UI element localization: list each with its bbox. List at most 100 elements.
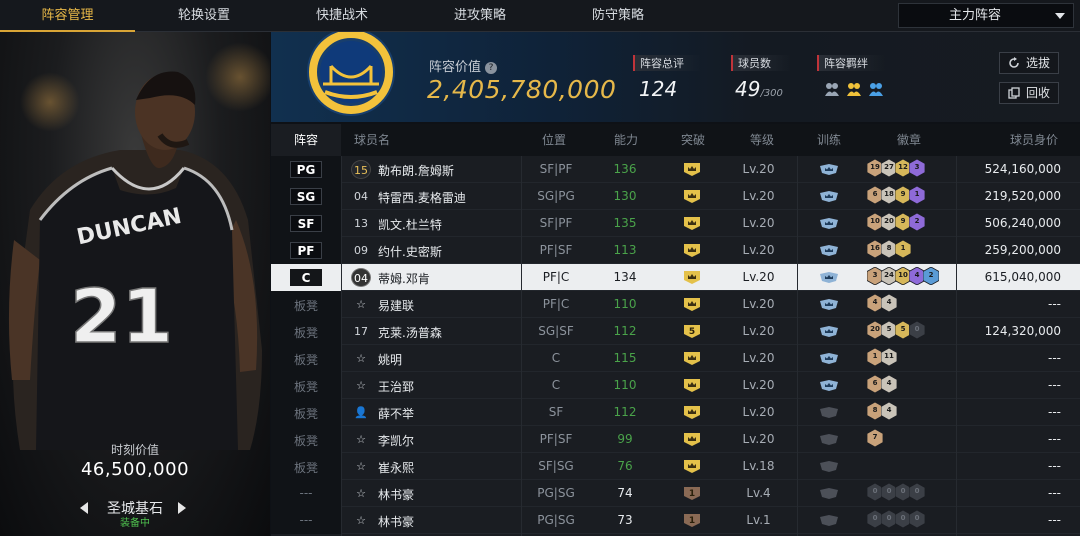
player-count: 49/300 bbox=[735, 77, 783, 101]
training-icon[interactable] bbox=[819, 379, 839, 392]
player-card-panel: DUNCAN 21 时刻价值 46,500,000 圣城基石 装备中 bbox=[0, 32, 270, 536]
medal-badge[interactable]: 1 bbox=[894, 239, 912, 259]
medal-count: 0 bbox=[914, 514, 920, 522]
arrow-right-icon[interactable] bbox=[178, 502, 186, 514]
arrow-left-icon[interactable] bbox=[80, 502, 88, 514]
training-icon[interactable] bbox=[819, 190, 839, 203]
crown-icon bbox=[684, 271, 700, 284]
medal-badge[interactable]: 4 bbox=[880, 374, 898, 394]
training-icon[interactable] bbox=[819, 163, 839, 176]
medal-badge[interactable]: 0 bbox=[908, 509, 926, 529]
medal-count: 4 bbox=[886, 406, 892, 414]
tab-defense-strategy[interactable]: 防守策略 bbox=[550, 0, 686, 32]
bench-label: 板凳 bbox=[293, 380, 318, 394]
player-name: 薛不举 bbox=[378, 407, 415, 421]
training-icon[interactable] bbox=[819, 487, 839, 500]
training-icon[interactable] bbox=[819, 514, 839, 527]
table-row[interactable]: C 04 蒂姆.邓肯 PF|C 134 Lv.20 3 24 10 4 2 615,040,000 bbox=[271, 264, 1080, 291]
crown-icon bbox=[684, 433, 700, 446]
training-icon[interactable] bbox=[819, 217, 839, 230]
bond-icon-2[interactable] bbox=[845, 80, 863, 98]
jersey-number: 21 bbox=[70, 274, 173, 360]
roster-table: 阵容 球员名 位置 能力 突破 等级 训练 徽章 球员身价 PG 15 勒布朗.詹姆… bbox=[271, 124, 1080, 536]
bench-label: 板凳 bbox=[293, 326, 318, 340]
breakthrough-level: 1 bbox=[689, 516, 695, 526]
header-medals: 徽章 bbox=[897, 133, 922, 147]
help-icon[interactable]: ? bbox=[485, 62, 498, 74]
player-ability: 136 bbox=[613, 162, 637, 176]
table-row[interactable]: 板凳 ☆ 崔永熙 SF|SG 76 Lv.18 --- bbox=[271, 453, 1080, 480]
medal-badge[interactable]: 3 bbox=[908, 158, 926, 178]
medal-badge[interactable]: 0 bbox=[908, 320, 926, 340]
player-worth: --- bbox=[1048, 351, 1061, 365]
player-portrait: DUNCAN 21 bbox=[8, 71, 262, 450]
training-icon[interactable] bbox=[819, 298, 839, 311]
breakthrough-badge: 5 bbox=[684, 325, 700, 338]
table-row[interactable]: 板凳 ☆ 易建联 PF|C 110 Lv.20 4 4 --- bbox=[271, 291, 1080, 318]
medal-badge[interactable]: 4 bbox=[880, 293, 898, 313]
medal-badge[interactable]: 11 bbox=[880, 347, 898, 367]
training-icon[interactable] bbox=[819, 406, 839, 419]
table-row[interactable]: 板凳 ☆ 姚明 C 115 Lv.20 1 11 --- bbox=[271, 345, 1080, 372]
bench-label: 板凳 bbox=[293, 353, 318, 367]
medal-count: 11 bbox=[884, 352, 894, 360]
select-players-button[interactable]: 选拔 bbox=[999, 52, 1059, 74]
training-icon[interactable] bbox=[819, 271, 839, 284]
header-level: 等级 bbox=[750, 133, 775, 147]
player-worth: --- bbox=[1048, 432, 1061, 446]
training-icon[interactable] bbox=[819, 460, 839, 473]
medal-badge[interactable]: 4 bbox=[880, 401, 898, 421]
table-row[interactable]: 板凳 👤 薛不举 SF 112 Lv.20 8 4 --- bbox=[271, 399, 1080, 426]
crown-icon bbox=[684, 190, 700, 203]
medal-badge[interactable]: 1 bbox=[908, 185, 926, 205]
medal-count: 0 bbox=[914, 325, 920, 333]
breakthrough-level: 5 bbox=[689, 327, 695, 337]
star-icon: ☆ bbox=[356, 487, 366, 500]
table-row[interactable]: 板凳 ☆ 李凯尔 PF|SF 99 Lv.20 7 --- bbox=[271, 426, 1080, 453]
training-icon[interactable] bbox=[819, 433, 839, 446]
training-icon[interactable] bbox=[819, 325, 839, 338]
lineup-rating: 124 bbox=[639, 77, 678, 101]
player-worth: --- bbox=[1048, 459, 1061, 473]
bond-icon-1[interactable] bbox=[823, 80, 841, 98]
table-row[interactable]: 板凳 17 克莱.汤普森 SG|SF 112 5 Lv.20 20 5 5 0 124,320,000 bbox=[271, 318, 1080, 345]
bond-icon-3[interactable] bbox=[867, 80, 885, 98]
tab-rotation-settings[interactable]: 轮换设置 bbox=[136, 0, 272, 32]
player-position: PG|SG bbox=[537, 513, 575, 527]
tab-lineup-management[interactable]: 阵容管理 bbox=[0, 0, 135, 32]
medal-badge[interactable]: 2 bbox=[922, 266, 940, 286]
table-row[interactable]: PF 09 约什.史密斯 PF|SF 113 Lv.20 16 8 1 259,200,000 bbox=[271, 237, 1080, 264]
header-training: 训练 bbox=[817, 133, 842, 147]
table-row[interactable]: SG 04 特雷西.麦格雷迪 SG|PG 130 Lv.20 6 18 9 1 219,520,00… bbox=[271, 183, 1080, 210]
tab-offense-strategy[interactable]: 进攻策略 bbox=[412, 0, 548, 32]
medal-badge[interactable]: 2 bbox=[908, 212, 926, 232]
player-name: 约什.史密斯 bbox=[378, 245, 442, 259]
lineup-summary: 阵容价值? 2,405,780,000 阵容总评 124 球员数 49/300 … bbox=[271, 32, 1080, 122]
crown-icon bbox=[684, 379, 700, 392]
slot-cell: 板凳 bbox=[271, 318, 341, 345]
star-icon: ☆ bbox=[356, 433, 366, 446]
medal-badge[interactable]: 0 bbox=[908, 482, 926, 502]
training-icon[interactable] bbox=[819, 244, 839, 257]
player-level: Lv.4 bbox=[746, 486, 771, 500]
star-icon: ☆ bbox=[356, 460, 366, 473]
player-worth: 506,240,000 bbox=[984, 216, 1061, 230]
player-position: PF|SF bbox=[539, 243, 573, 257]
table-row[interactable]: --- ☆ 林书豪 PG|SG 73 1 Lv.1 0 0 0 0 --- bbox=[271, 507, 1080, 534]
player-worth: --- bbox=[1048, 297, 1061, 311]
table-row[interactable]: SF 13 凯文.杜兰特 SF|PF 135 Lv.20 10 20 9 2 506,240,000 bbox=[271, 210, 1080, 237]
player-ability: 74 bbox=[617, 486, 633, 500]
lineup-select[interactable]: 主力阵容 bbox=[898, 3, 1074, 28]
jersey-number: 04 bbox=[351, 268, 371, 287]
table-row[interactable]: --- ☆ 林书豪 PG|SG 74 1 Lv.4 0 0 0 0 --- bbox=[271, 480, 1080, 507]
slot-cell: C bbox=[271, 264, 341, 291]
tab-quick-tactics[interactable]: 快捷战术 bbox=[274, 0, 410, 32]
training-icon[interactable] bbox=[819, 352, 839, 365]
medal-badge[interactable]: 7 bbox=[866, 428, 884, 448]
recycle-button[interactable]: 回收 bbox=[999, 82, 1059, 104]
table-row[interactable]: 板凳 ☆ 王治郅 C 110 Lv.20 6 4 --- bbox=[271, 372, 1080, 399]
player-level: Lv.20 bbox=[742, 378, 775, 392]
table-row[interactable]: PG 15 勒布朗.詹姆斯 SF|PF 136 Lv.20 19 27 12 3 524,160,0… bbox=[271, 156, 1080, 183]
player-position: SF|SG bbox=[538, 459, 574, 473]
medal-count: 1 bbox=[900, 244, 906, 252]
